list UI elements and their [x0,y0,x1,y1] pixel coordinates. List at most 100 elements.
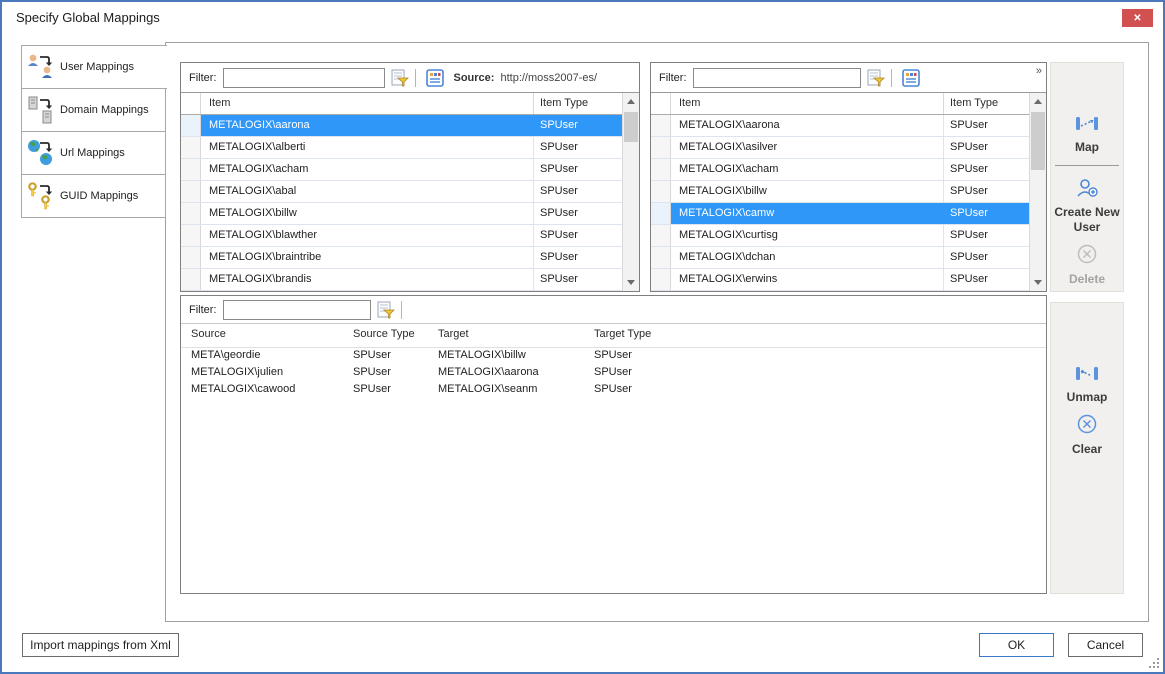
row-selector-cell[interactable] [181,269,201,290]
column-header-target[interactable]: Target [438,328,469,340]
delete-button[interactable]: Delete [1051,243,1123,287]
row-selector-cell[interactable] [181,247,201,268]
actions-separator [1055,165,1119,166]
table-row[interactable]: METALOGIX\billwSPUser [651,181,1029,203]
table-row[interactable]: METALOGIX\erwinsSPUser [651,269,1029,291]
apply-filter-button[interactable] [389,67,411,89]
source-filter-input[interactable] [223,68,385,88]
clear-label: Clear [1051,442,1123,457]
clear-button[interactable]: Clear [1051,413,1123,457]
table-row[interactable]: METALOGIX\brandisSPUser [181,269,622,291]
cell-type: SPUser [944,269,1029,290]
scrollbar-thumb[interactable] [1031,112,1045,170]
specify-global-mappings-dialog: Specify Global Mappings ✕ User Mappings [0,0,1165,674]
table-row[interactable]: METALOGIX\curtisgSPUser [651,225,1029,247]
user-mappings-icon [22,52,60,82]
tab-domain-mappings[interactable]: Domain Mappings [21,88,166,132]
column-header-source-type[interactable]: Source Type [353,328,415,340]
row-selector-cell[interactable] [181,225,201,246]
row-selector-cell[interactable] [651,159,671,180]
apply-filter-button[interactable] [375,299,397,321]
map-button[interactable]: Map [1051,115,1123,155]
column-chooser-button[interactable] [424,67,446,89]
mappings-grid-header: Source Source Type Target Target Type [181,324,1046,348]
row-selector-cell[interactable] [651,115,671,136]
table-row[interactable]: METALOGIX\achamSPUser [651,159,1029,181]
row-selector-cell[interactable] [651,181,671,202]
create-new-user-button[interactable]: Create New User [1051,178,1123,235]
row-selector-cell[interactable] [651,137,671,158]
scroll-up-button[interactable] [1030,93,1046,110]
mapping-row[interactable]: METALOGIX\julienSPUserMETALOGIX\aaronaSP… [181,365,1046,382]
tab-url-mappings[interactable]: Url Mappings [21,131,166,175]
table-row[interactable]: METALOGIX\abalSPUser [181,181,622,203]
row-selector-cell[interactable] [181,181,201,202]
tab-guid-mappings[interactable]: GUID Mappings [21,174,166,218]
column-header-item[interactable]: Item [201,93,534,114]
url-mappings-icon [22,138,60,168]
close-button[interactable]: ✕ [1122,9,1153,27]
mapping-row[interactable]: META\geordieSPUserMETALOGIX\billwSPUser [181,348,1046,365]
tab-label: User Mappings [60,61,134,73]
table-row[interactable]: METALOGIX\albertiSPUser [181,137,622,159]
scrollbar-thumb[interactable] [624,112,638,142]
create-new-user-label: Create New User [1051,205,1123,235]
cell-target: METALOGIX\billw [438,349,526,361]
tab-label: Domain Mappings [60,104,149,116]
unmap-button[interactable]: Unmap [1051,365,1123,405]
column-header-item[interactable]: Item [671,93,944,114]
ok-button[interactable]: OK [979,633,1054,657]
table-row[interactable]: METALOGIX\asilverSPUser [651,137,1029,159]
cell-item: METALOGIX\billw [201,203,534,224]
column-chooser-button[interactable] [900,67,922,89]
row-selector-cell[interactable] [651,225,671,246]
mapping-row[interactable]: METALOGIX\cawoodSPUserMETALOGIX\seanmSPU… [181,382,1046,399]
apply-filter-button[interactable] [865,67,887,89]
cell-item: METALOGIX\aarona [201,115,534,136]
cell-type: SPUser [534,159,622,180]
filter-label: Filter: [189,304,217,316]
row-selector-cell[interactable] [181,115,201,136]
table-row[interactable]: METALOGIX\dchanSPUser [651,247,1029,269]
resize-grip[interactable] [1149,658,1159,668]
table-row[interactable]: METALOGIX\aaronaSPUser [651,115,1029,137]
filter-label: Filter: [189,72,217,84]
row-selector-cell[interactable] [181,203,201,224]
source-items-panel: Filter: [180,62,640,292]
cell-type: SPUser [534,137,622,158]
row-selector-cell[interactable] [651,247,671,268]
mappings-filter-input[interactable] [223,300,371,320]
table-row[interactable]: METALOGIX\aaronaSPUser [181,115,622,137]
cell-item: METALOGIX\braintribe [201,247,534,268]
table-row[interactable]: METALOGIX\camwSPUser [651,203,1029,225]
column-header-source[interactable]: Source [191,328,226,340]
cell-source_type: SPUser [353,383,391,395]
table-row[interactable]: METALOGIX\billwSPUser [181,203,622,225]
source-filter-row: Filter: [181,63,639,93]
column-header-target-type[interactable]: Target Type [594,328,651,340]
cell-item: METALOGIX\alberti [201,137,534,158]
cancel-button[interactable]: Cancel [1068,633,1143,657]
scroll-down-button[interactable] [1030,274,1046,291]
row-selector-cell[interactable] [181,137,201,158]
scroll-down-button[interactable] [623,274,639,291]
scroll-up-button[interactable] [623,93,639,110]
table-row[interactable]: METALOGIX\achamSPUser [181,159,622,181]
column-header-item-type[interactable]: Item Type [534,93,622,114]
cell-type: SPUser [534,247,622,268]
cell-item: METALOGIX\camw [671,203,944,224]
target-items-grid: Item Item Type METALOGIX\aaronaSPUserMET… [651,93,1046,291]
vertical-scrollbar[interactable] [622,93,639,291]
row-selector-cell[interactable] [651,203,671,224]
vertical-scrollbar[interactable] [1029,93,1046,291]
cell-target: METALOGIX\seanm [438,383,537,395]
column-header-item-type[interactable]: Item Type [944,93,1029,114]
table-row[interactable]: METALOGIX\braintribeSPUser [181,247,622,269]
table-row[interactable]: METALOGIX\blawtherSPUser [181,225,622,247]
import-mappings-button[interactable]: Import mappings from Xml [22,633,179,657]
tab-label: Url Mappings [60,147,125,159]
target-filter-input[interactable] [693,68,861,88]
row-selector-cell[interactable] [651,269,671,290]
tab-user-mappings[interactable]: User Mappings [21,45,167,89]
row-selector-cell[interactable] [181,159,201,180]
